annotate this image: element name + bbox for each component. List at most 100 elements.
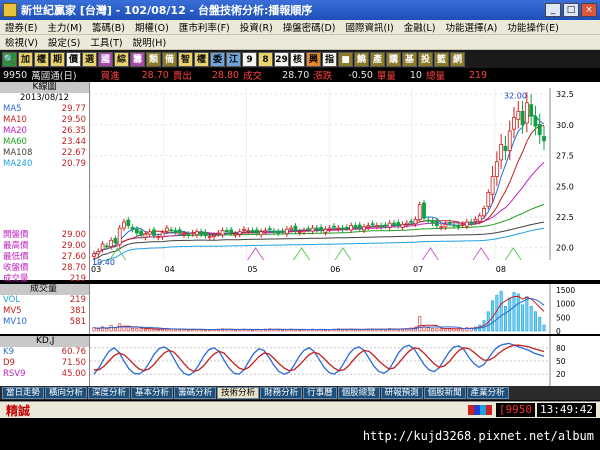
window-controls: _ □ ×	[545, 3, 597, 17]
menu-function-operate[interactable]: 功能操作(E)	[502, 20, 563, 34]
close-button[interactable]: ×	[581, 3, 597, 17]
kd-header[interactable]: KD,J	[0, 336, 89, 347]
toolbar-button-10[interactable]: 備	[162, 51, 177, 67]
ma-value: 22.67	[61, 148, 86, 158]
candle-body	[447, 222, 452, 224]
volume-bar	[533, 311, 537, 332]
toolbar-button-12[interactable]: 權	[194, 51, 209, 67]
candle-body	[374, 225, 379, 228]
toolbar-button-15[interactable]: 9	[242, 51, 257, 67]
menu-help[interactable]: 說明(H)	[128, 35, 172, 49]
candle-body	[263, 230, 268, 233]
toolbar-button-16[interactable]: 8	[258, 51, 273, 67]
menu-finance[interactable]: 金融(L)	[399, 20, 441, 34]
toolbar-button-27[interactable]: 籃	[434, 51, 449, 67]
tab-3[interactable]: 基本分析	[131, 387, 174, 399]
toolbar-button-8[interactable]: 籌	[130, 51, 145, 67]
candle-body	[336, 227, 341, 230]
brand-label: 精誠	[6, 403, 31, 418]
menu-securities[interactable]: 證券(E)	[0, 20, 42, 34]
toolbar-button-1[interactable]: 加	[18, 51, 33, 67]
search-icon[interactable]: 🔍	[2, 51, 17, 67]
volume-chart[interactable]: 0 500 1000 1500	[90, 284, 600, 334]
menu-view[interactable]: 檢視(V)	[0, 35, 43, 49]
ma-row: MA20 26.35	[0, 126, 89, 137]
candle-body	[186, 233, 191, 236]
maximize-button[interactable]: □	[563, 3, 579, 17]
toolbar-button-19[interactable]: 興	[306, 51, 321, 67]
price-y-tick: 22.5	[556, 213, 574, 222]
toolbar-button-18[interactable]: 核	[290, 51, 305, 67]
tab-1[interactable]: 橫向分析	[45, 387, 88, 399]
ma-name: MA240	[3, 159, 33, 169]
toolbar-button-13[interactable]: 委	[210, 51, 225, 67]
kd-row: K9 60.76	[0, 347, 89, 358]
tab-11[interactable]: 產業分析	[466, 387, 509, 399]
kd-chart[interactable]: 20 50 80	[90, 336, 600, 386]
candle-body	[306, 228, 311, 231]
menu-main-force[interactable]: 主力(M)	[42, 20, 87, 34]
toolbar-button-25[interactable]: 基	[402, 51, 417, 67]
candle-body	[340, 227, 345, 230]
menu-chips[interactable]: 籌碼(B)	[87, 20, 130, 34]
analysis-tabs: 當日走勢 橫向分析 深度分析 基本分析 籌碼分析 技術分析 財務分析 行事曆 個股總覽 研報預測個…	[0, 386, 600, 400]
price-chart[interactable]: 20.022.525.027.530.032.503 04 05 06 07 0832.0…	[90, 82, 600, 280]
menu-function-select[interactable]: 功能選擇(A)	[440, 20, 502, 34]
toolbar-button-11[interactable]: 智	[178, 51, 193, 67]
toolbar-button-26[interactable]: 投	[418, 51, 433, 67]
ma-value: 23.44	[61, 137, 86, 147]
menu-tools[interactable]: 工具(T)	[85, 35, 127, 49]
vol-value: 219	[69, 295, 86, 305]
volume-bar	[233, 329, 237, 332]
menu-options[interactable]: 期權(O)	[130, 20, 174, 34]
toolbar-button-22[interactable]: 饒	[354, 51, 369, 67]
candle-body	[314, 227, 319, 230]
tab-6[interactable]: 財務分析	[260, 387, 303, 399]
menu-investment[interactable]: 投資(R)	[235, 20, 278, 34]
candle-body	[250, 230, 255, 233]
toolbar-button-9[interactable]: 類	[146, 51, 161, 67]
candle-body	[319, 227, 324, 231]
tab-7[interactable]: 行事曆	[303, 387, 337, 399]
candle-body	[533, 115, 538, 127]
toolbar-button-21[interactable]: ■	[338, 51, 353, 67]
tab-10[interactable]: 個股新聞	[423, 387, 466, 399]
volume-y-tick: 1000	[556, 300, 575, 309]
toolbar-button-20[interactable]: 指	[322, 51, 337, 67]
candle-body	[194, 231, 199, 236]
ma-row: MA240 20.79	[0, 159, 89, 170]
menu-settings[interactable]: 設定(S)	[43, 35, 85, 49]
minimize-button[interactable]: _	[545, 3, 561, 17]
toolbar-button-2[interactable]: 權	[34, 51, 49, 67]
tab-0[interactable]: 當日走勢	[2, 387, 45, 399]
toolbar-button-14[interactable]: 江	[226, 51, 241, 67]
tab-9[interactable]: 研報預測	[380, 387, 423, 399]
tab-8[interactable]: 個股總覽	[337, 387, 380, 399]
toolbar-button-4[interactable]: 價	[66, 51, 81, 67]
menu-forex-rates[interactable]: 匯市利率(F)	[174, 20, 235, 34]
tab-4[interactable]: 籌碼分析	[174, 387, 217, 399]
candle-body	[443, 223, 448, 228]
kline-header[interactable]: K線圖	[0, 82, 89, 93]
menu-trading-code[interactable]: 操盤密碼(D)	[278, 20, 341, 34]
toolbar-button-7[interactable]: 綜	[114, 51, 129, 67]
candle-body	[490, 176, 495, 195]
toolbar-button-28[interactable]: 網	[450, 51, 465, 67]
toolbar-button-5[interactable]: 選	[82, 51, 97, 67]
toolbar-button-6[interactable]: 國	[98, 51, 113, 67]
toolbar-button-23[interactable]: 產	[370, 51, 385, 67]
candle-body	[96, 250, 101, 255]
candle-body	[242, 228, 246, 231]
watermark-url: http://kujd3268.pixnet.net/album	[362, 429, 594, 443]
toolbar-button-24[interactable]: 購	[386, 51, 401, 67]
menu-international[interactable]: 國際資訊(I)	[341, 20, 399, 34]
toolbar-button-17[interactable]: 29	[274, 51, 289, 67]
status-stock-code[interactable]: [9950	[495, 403, 536, 417]
volume-y-tick: 1500	[556, 286, 575, 295]
toolbar-button-3[interactable]: 期	[50, 51, 65, 67]
tab-5[interactable]: 技術分析	[217, 387, 260, 399]
candle-body	[160, 232, 165, 238]
high-price-label: 32.00	[504, 91, 527, 100]
tab-2[interactable]: 深度分析	[88, 387, 131, 399]
volume-header[interactable]: 成交量	[0, 284, 89, 295]
